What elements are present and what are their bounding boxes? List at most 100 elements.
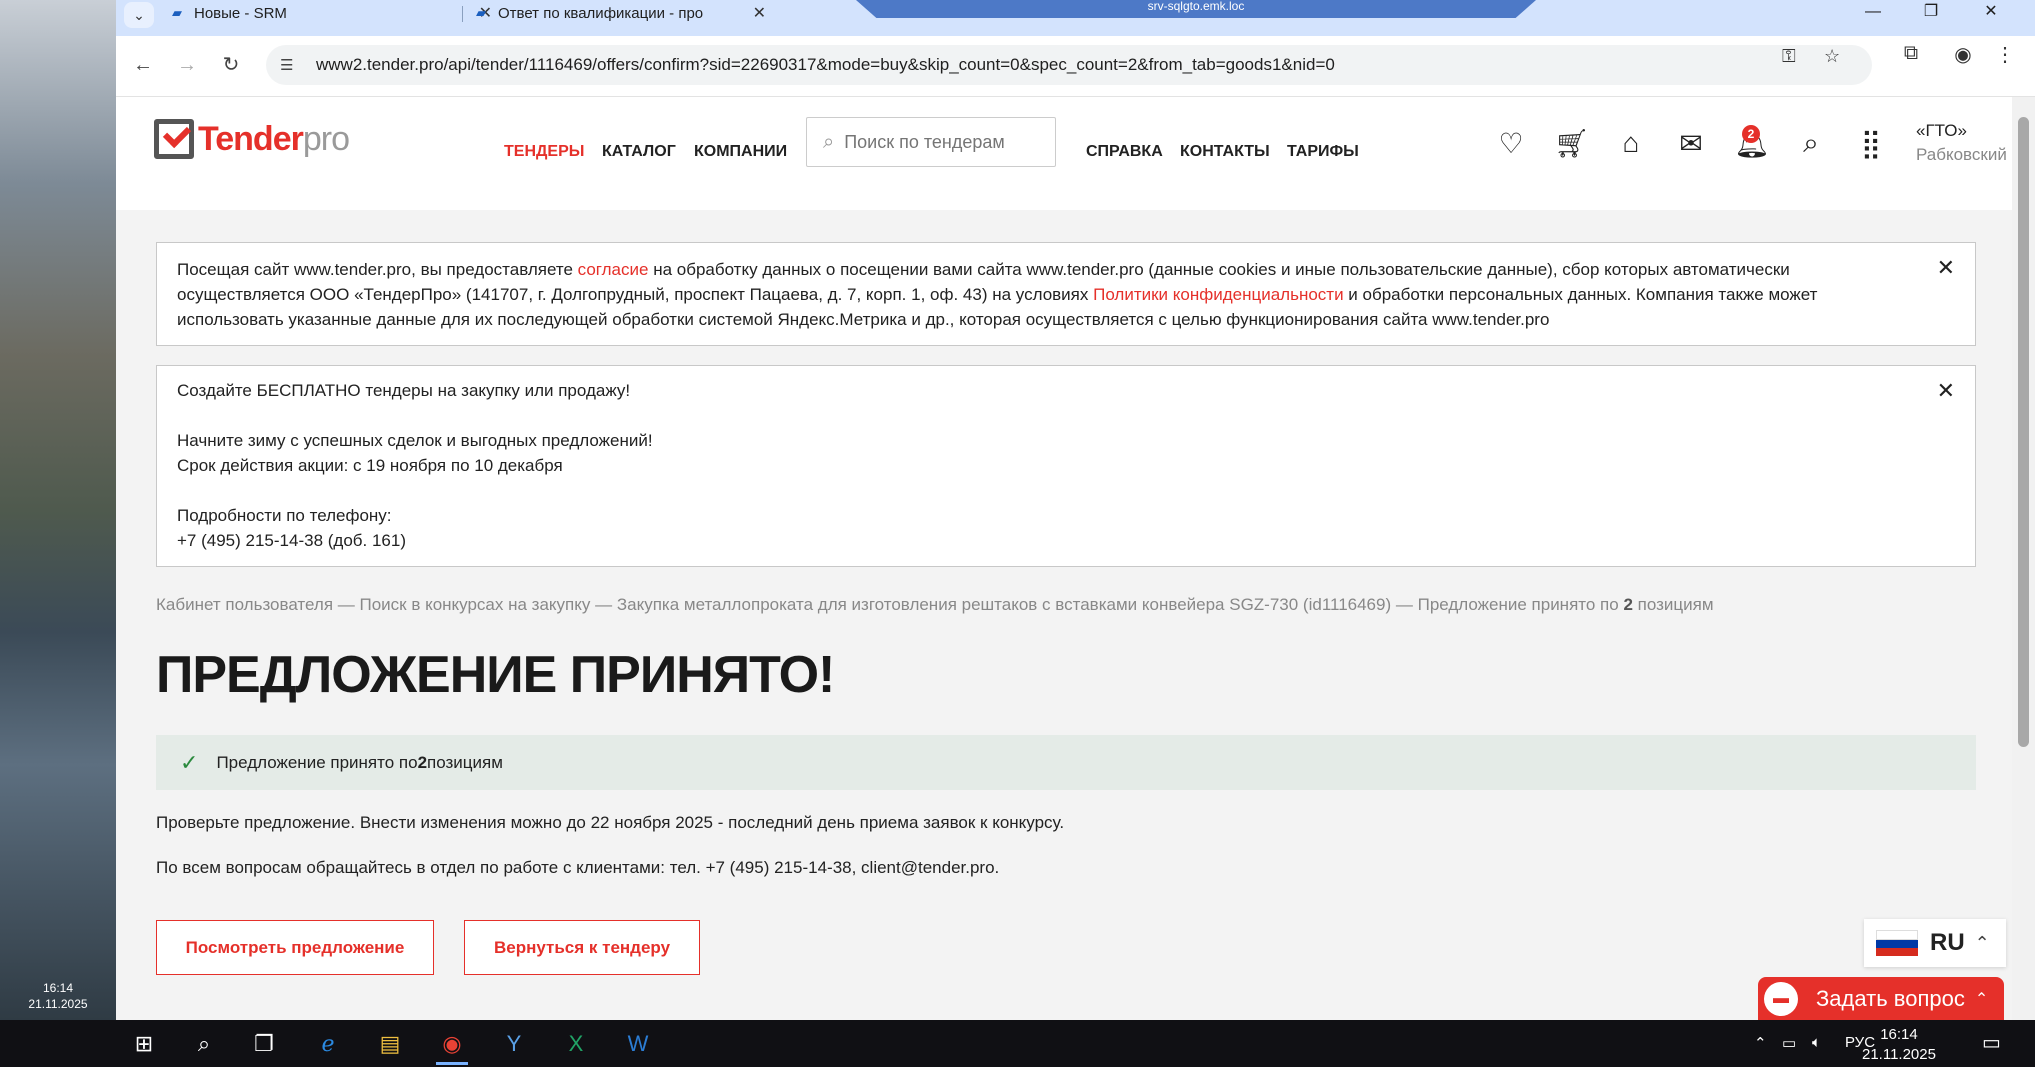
header-search-icon[interactable]: ⌕ [1794, 127, 1828, 160]
promo-line: Создайте БЕСПЛАТНО тендеры на закупку ил… [177, 381, 631, 400]
cookie-text: Посещая сайт www.tender.pro, вы предоста… [177, 260, 578, 279]
favorites-heart-icon[interactable]: ♡ [1494, 127, 1528, 160]
url-text[interactable]: www2.tender.pro/api/tender/1116469/offer… [316, 55, 1335, 75]
close-icon[interactable]: ✕ [1937, 378, 1955, 403]
minimize-icon[interactable]: — [1850, 0, 1896, 26]
success-message: ✓ Предложение принято по 2 позициям [156, 735, 1976, 790]
tab-qualification[interactable]: ▰ Ответ по квалификации - про ✕ [476, 0, 776, 26]
apps-grid-icon[interactable]: ⣿ [1854, 127, 1888, 160]
address-bar: ← → ↻ ☰ www2.tender.pro/api/tender/11164… [116, 36, 2035, 97]
page-scrollbar[interactable] [2012, 97, 2035, 1020]
browser-window: ⌄ ▰ Новые - SRM ✕ ▰ Ответ по квалификаци… [116, 0, 2035, 1020]
extensions-icon[interactable]: ⧉ [1896, 42, 1926, 65]
tab-close-icon[interactable]: ✕ [753, 3, 766, 23]
logo-suffix: pro [302, 119, 350, 158]
profile-icon[interactable]: ◉ [1948, 42, 1978, 67]
promo-line: Срок действия акции: с 19 ноября по 10 д… [177, 456, 563, 475]
checkmark-icon: ✓ [180, 749, 199, 775]
taskbar-time: 16:14 [1880, 1026, 1918, 1043]
tender-search-input[interactable] [842, 130, 1047, 154]
remote-desktop-clock: 16:14 21.11.2025 [0, 980, 116, 1012]
close-icon[interactable]: ✕ [1937, 255, 1955, 280]
search-icon[interactable]: ⌕ [182, 1026, 226, 1062]
cookie-notice: Посещая сайт www.tender.pro, вы предоста… [156, 242, 1976, 346]
remote-session-bar[interactable]: srv-sqlgto.emk.loc [856, 0, 1536, 18]
taskbar-clock[interactable]: 16:14 21.11.2025 [1862, 1025, 1936, 1065]
breadcrumb-separator: — [333, 595, 360, 614]
menu-help[interactable]: СПРАВКА [1086, 143, 1163, 161]
window-close-icon[interactable]: ✕ [1968, 0, 2014, 26]
tab-search-chevron-icon[interactable]: ⌄ [124, 2, 154, 28]
mail-icon[interactable]: ✉ [1674, 127, 1708, 160]
consent-link[interactable]: согласие [578, 260, 649, 279]
tab-title: Ответ по квалификации - про [498, 4, 704, 22]
menu-tariffs[interactable]: ТАРИФЫ [1287, 143, 1359, 161]
promo-phone: +7 (495) 215-14-38 (доб. 161) [177, 531, 406, 550]
user-name: Рабковский [1916, 145, 2007, 164]
site-info-icon[interactable]: ☰ [280, 56, 304, 74]
home-icon[interactable]: ⌂ [1614, 127, 1648, 159]
omnibox[interactable]: ☰ www2.tender.pro/api/tender/1116469/off… [266, 45, 1872, 85]
chat-bubble-icon: ▬ [1764, 981, 1798, 1016]
breadcrumb-current-text: позициям [1632, 595, 1714, 614]
tab-srm[interactable]: ▰ Новые - SRM ✕ [172, 0, 502, 26]
breadcrumb-separator: — [1391, 595, 1418, 614]
network-icon[interactable]: ▭ [1782, 1034, 1796, 1052]
ask-question-label: Задать вопрос [1816, 985, 1965, 1011]
chevron-up-icon: ⌃ [1974, 932, 1990, 953]
tender-search[interactable]: ⌕ [806, 117, 1056, 167]
breadcrumb-item[interactable]: Кабинет пользователя [156, 595, 333, 614]
user-account[interactable]: «ГТО» Рабковский [1916, 119, 2007, 167]
forward-icon[interactable]: → [172, 50, 202, 80]
privacy-policy-link[interactable]: Политики конфиденциальности [1093, 285, 1343, 304]
deadline-info: Проверьте предложение. Внести изменения … [156, 813, 1065, 832]
language-code: RU [1930, 929, 1965, 956]
language-switcher[interactable]: RU ⌃ [1864, 919, 2006, 967]
restore-icon[interactable]: ❐ [1908, 0, 1954, 26]
internet-explorer-icon[interactable]: ℯ [306, 1026, 350, 1062]
page-title: ПРЕДЛОЖЕНИЕ ПРИНЯТО! [156, 646, 835, 704]
start-windows-icon[interactable]: ⊞ [122, 1026, 166, 1062]
view-offer-button[interactable]: Посмотреть предложение [156, 920, 434, 975]
menu-companies[interactable]: КОМПАНИИ [694, 143, 787, 161]
notifications-icon[interactable]: ▭ [1982, 1030, 2001, 1055]
tab-title: Новые - SRM [194, 4, 287, 22]
password-key-icon[interactable]: ⚿ [1782, 46, 1796, 67]
task-view-icon[interactable]: ❐ [242, 1026, 286, 1062]
chrome-icon[interactable]: ◉ [430, 1026, 474, 1065]
volume-icon[interactable]: 🔈︎ [1812, 1034, 1821, 1051]
promo-line: Подробности по телефону: [177, 506, 392, 525]
windows-taskbar: ⊞ ⌕ ❐ ℯ ▤ ◉ Y X W ⌃ ▭ 🔈︎ РУС 16:14 21.11… [0, 1020, 2035, 1067]
logo-brand: Tender [198, 119, 304, 158]
back-to-tender-button[interactable]: Вернуться к тендеру [464, 920, 700, 975]
yandex-browser-icon[interactable]: Y [492, 1026, 536, 1062]
reload-icon[interactable]: ↻ [216, 50, 246, 80]
menu-catalog[interactable]: КАТАЛОГ [602, 143, 676, 161]
browser-menu-icon[interactable]: ⋮ [1990, 42, 2020, 67]
user-company: «ГТО» [1916, 121, 1967, 140]
breadcrumb-item[interactable]: Закупка металлопроката для изготовления … [617, 595, 1391, 614]
ask-question-button[interactable]: ▬ Задать вопрос ⌃ [1758, 977, 2004, 1020]
back-icon[interactable]: ← [128, 50, 158, 80]
excel-icon[interactable]: X [554, 1026, 598, 1062]
breadcrumb-current-text: Предложение принято по [1417, 595, 1624, 614]
breadcrumb: Кабинет пользователя — Поиск в конкурсах… [156, 595, 1714, 615]
remote-clock-time: 16:14 [42, 981, 74, 995]
menu-tenders[interactable]: ТЕНДЕРЫ [504, 143, 584, 161]
word-icon[interactable]: W [616, 1026, 660, 1062]
scrollbar-thumb[interactable] [2018, 117, 2029, 747]
breadcrumb-separator: — [590, 595, 617, 614]
sap-favicon-icon: ▰ [172, 5, 182, 20]
tray-chevron-up-icon[interactable]: ⌃ [1754, 1034, 1767, 1052]
promo-line: Начните зиму с успешных сделок и выгодны… [177, 431, 653, 450]
bookmark-star-icon[interactable]: ☆ [1824, 46, 1840, 67]
tab-strip: ⌄ ▰ Новые - SRM ✕ ▰ Ответ по квалификаци… [116, 0, 2035, 36]
promo-notice: Создайте БЕСПЛАТНО тендеры на закупку ил… [156, 365, 1976, 567]
tender-pro-logo[interactable]: Tender pro [154, 119, 350, 159]
tab-separator [462, 6, 463, 22]
file-explorer-icon[interactable]: ▤ [368, 1026, 412, 1062]
breadcrumb-item[interactable]: Поиск в конкурсах на закупку [359, 595, 590, 614]
menu-contacts[interactable]: КОНТАКТЫ [1180, 143, 1270, 161]
site-header: Tender pro ТЕНДЕРЫ КАТАЛОГ КОМПАНИИ ⌕ СП… [116, 97, 2012, 210]
cart-icon[interactable]: 🛒︎ [1554, 127, 1590, 160]
